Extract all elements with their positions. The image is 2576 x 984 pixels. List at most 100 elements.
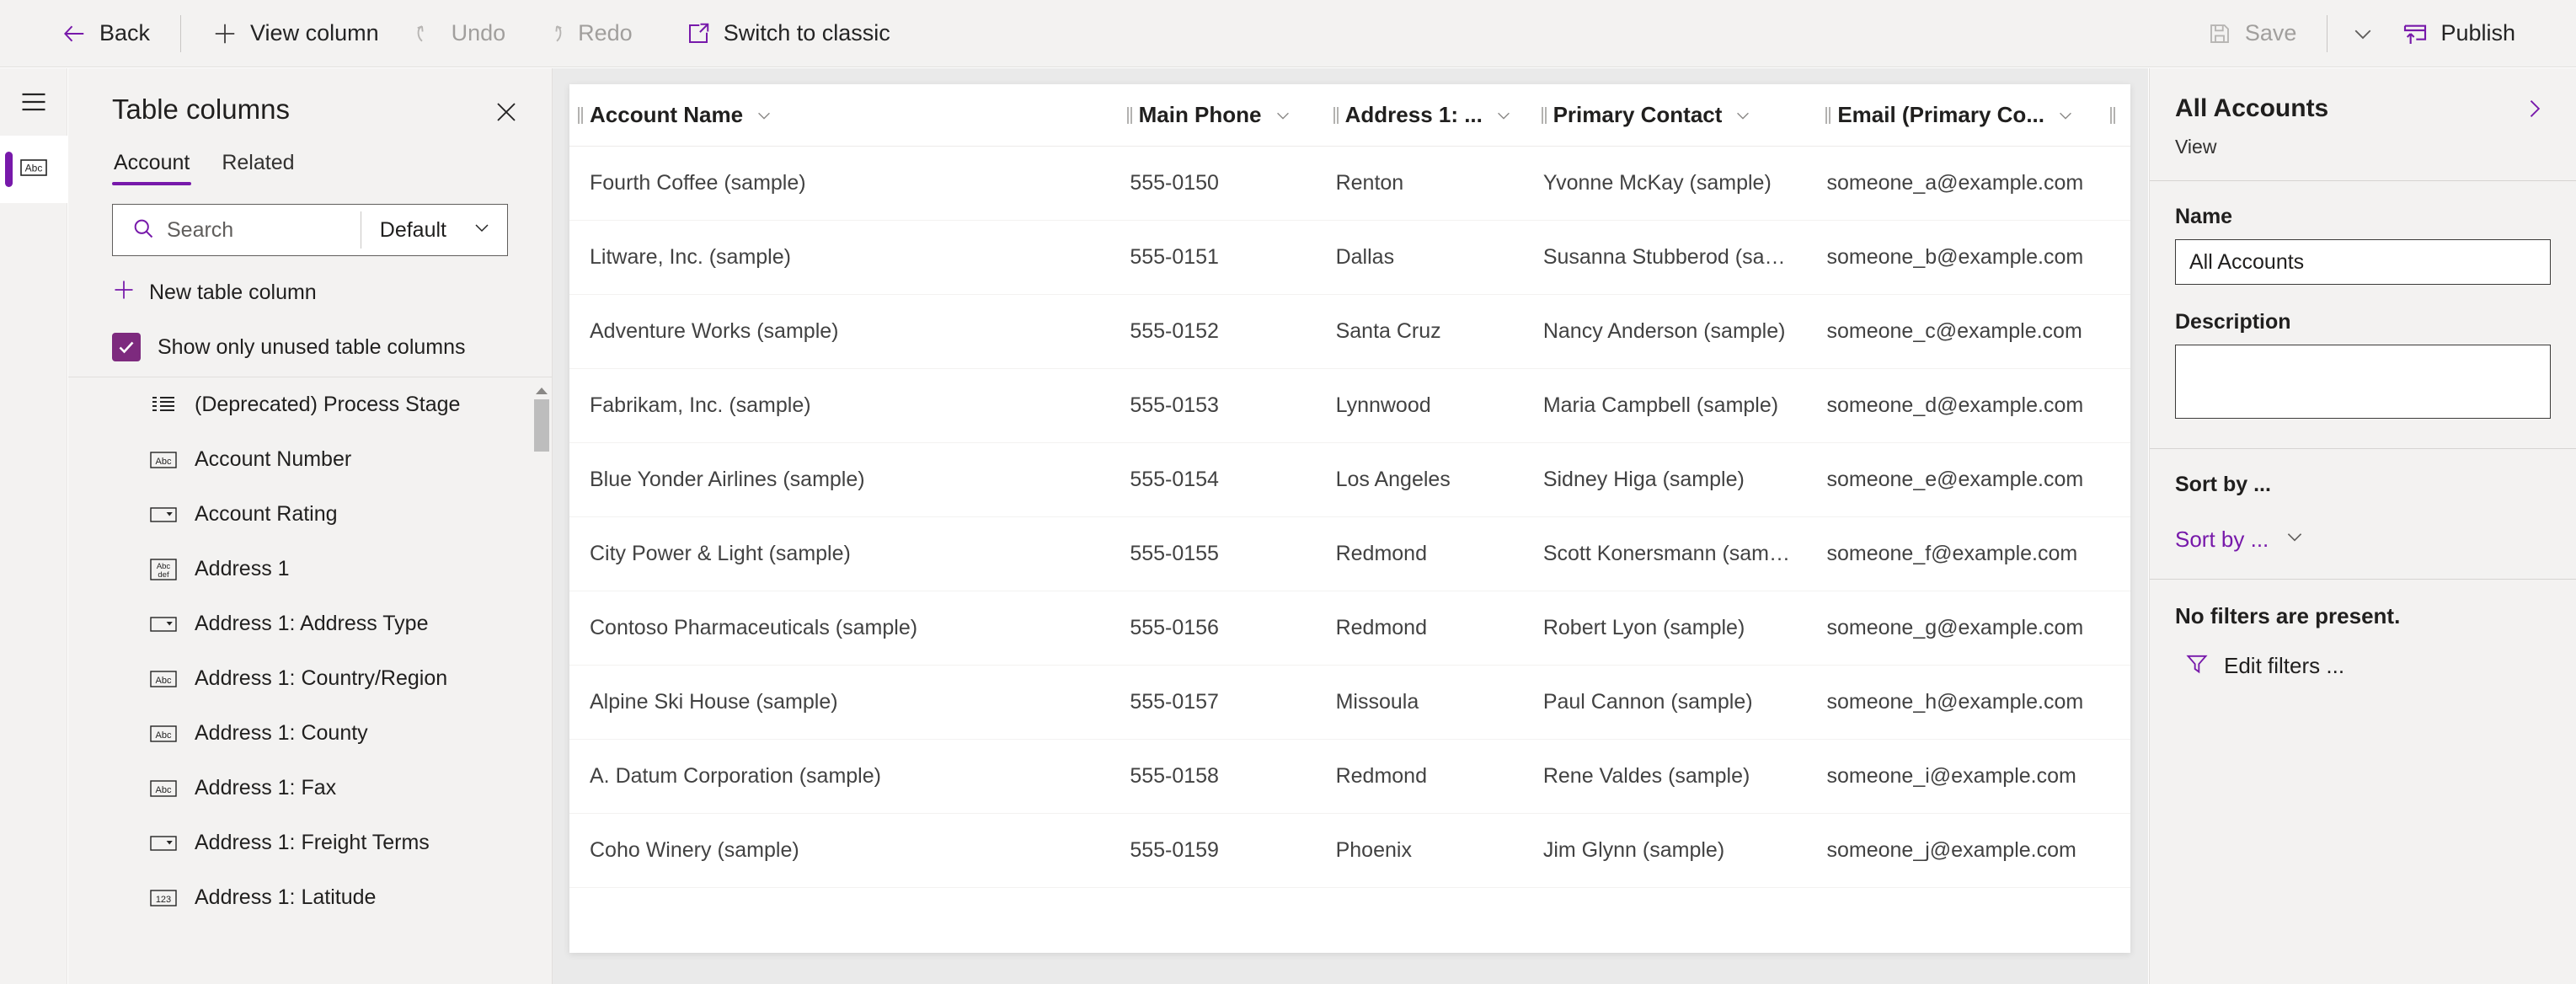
properties-title-row: All Accounts	[2175, 92, 2551, 126]
grid-cell-email_primary_contact: someone_d@example.com	[1826, 393, 2084, 417]
table-row[interactable]: A. Datum Corporation (sample) 555-0158 Red…	[569, 740, 2130, 814]
list-item[interactable]: Address 1: Address Type	[68, 596, 532, 651]
abc-def-multiline-icon: Abc def	[149, 555, 178, 584]
panel-tabs: Account Related	[68, 131, 552, 189]
column-resize-handle-icon[interactable]	[1824, 103, 1836, 128]
grid-cell-main_phone: 555-0158	[1130, 764, 1219, 788]
list-item[interactable]: Abc Address 1: Fax	[68, 761, 532, 816]
list-item[interactable]: Address 1: Freight Terms	[68, 816, 532, 870]
hamburger-menu-icon[interactable]	[0, 68, 67, 136]
tab-related[interactable]: Related	[220, 146, 296, 189]
list-item[interactable]: Account Rating	[68, 487, 532, 542]
description-field[interactable]	[2175, 345, 2551, 419]
grid-column-header-email_primary_contact[interactable]: Email (Primary Co...	[1817, 84, 2108, 146]
chevron-down-icon	[472, 217, 492, 243]
grid-column-header-label: Account Name	[590, 102, 744, 127]
new-table-column-label: New table column	[149, 281, 317, 304]
grid-column-header-main_phone[interactable]: Main Phone	[1119, 84, 1325, 146]
undo-button[interactable]: Undo	[396, 9, 523, 58]
redo-button[interactable]: Redo	[522, 9, 649, 58]
column-resize-handle-icon[interactable]	[2108, 103, 2120, 128]
grid-cell-main_phone: 555-0156	[1130, 616, 1219, 639]
save-options-chevron-down-icon[interactable]	[2341, 9, 2385, 58]
close-icon[interactable]	[488, 94, 525, 131]
table-row[interactable]: Litware, Inc. (sample) 555-0151 Dallas Susa…	[569, 221, 2130, 295]
grid-cell-account_name: A. Datum Corporation (sample)	[590, 764, 881, 788]
grid-column-header-account_name[interactable]: Account Name	[569, 84, 1119, 146]
edit-filters-button[interactable]: Edit filters ...	[2185, 651, 2344, 681]
grid-cell-address1_city: Redmond	[1335, 616, 1427, 639]
name-field-label: Name	[2175, 205, 2233, 228]
table-row[interactable]: Alpine Ski House (sample) 555-0157 Missoul…	[569, 666, 2130, 740]
table-row[interactable]: Fabrikam, Inc. (sample) 555-0153 Lynnwood M…	[569, 369, 2130, 443]
grid-cell-address1_city: Dallas	[1335, 245, 1395, 269]
view-grid: Account Name Main Phone Address 1: ... Prim…	[569, 84, 2130, 953]
grid-cell-email_primary_contact: someone_c@example.com	[1826, 319, 2082, 343]
table-row[interactable]: Fourth Coffee (sample) 555-0150 Renton Yvon…	[569, 147, 2130, 221]
chevron-down-icon[interactable]	[1274, 106, 1292, 125]
properties-subtitle: View	[2175, 136, 2217, 158]
chevron-down-icon[interactable]	[1734, 106, 1752, 125]
list-item[interactable]: (Deprecated) Process Stage	[68, 377, 532, 432]
switch-to-classic-button[interactable]: Switch to classic	[668, 9, 907, 58]
column-resize-handle-icon[interactable]	[1540, 103, 1552, 128]
show-unused-columns-checkbox[interactable]: Show only unused table columns	[112, 324, 508, 377]
new-table-column-button[interactable]: New table column	[109, 270, 508, 316]
funnel-icon	[2185, 651, 2209, 681]
chevron-down-icon[interactable]	[1494, 106, 1513, 125]
edit-filters-label: Edit filters ...	[2224, 653, 2345, 678]
caret-up-icon[interactable]	[532, 382, 552, 399]
scrollbar-thumb[interactable]	[534, 399, 549, 452]
search-input-wrapper[interactable]	[113, 205, 361, 255]
list-item[interactable]: Abc Address 1: County	[68, 706, 532, 761]
list-item[interactable]: Abc Address 1: Country/Region	[68, 651, 532, 706]
dropdown-choice-icon	[149, 610, 178, 639]
arrow-left-icon	[61, 20, 88, 47]
grid-cell-address1_city: Redmond	[1335, 542, 1427, 565]
list-item[interactable]: 123 Address 1: Latitude	[68, 870, 532, 925]
list-item-label: Address 1: Freight Terms	[195, 831, 430, 854]
sidebar-item-columns[interactable]: Abc	[0, 136, 67, 203]
table-columns-scrollbar[interactable]	[532, 377, 552, 984]
table-row[interactable]: City Power & Light (sample) 555-0155 Redmo…	[569, 517, 2130, 591]
grid-cell-email_primary_contact: someone_e@example.com	[1826, 468, 2084, 491]
view-column-button[interactable]: View column	[195, 9, 396, 58]
chevron-down-icon[interactable]	[2056, 106, 2075, 125]
command-bar-left-group: Back View column Undo Redo Switch to cla…	[0, 9, 907, 58]
grid-column-header-primary_contact[interactable]: Primary Contact	[1533, 84, 1818, 146]
name-field[interactable]	[2175, 239, 2551, 285]
grid-body: Fourth Coffee (sample) 555-0150 Renton Yvon…	[569, 147, 2130, 888]
grid-cell-account_name: Alpine Ski House (sample)	[590, 690, 838, 714]
table-row[interactable]: Coho Winery (sample) 555-0159 Phoenix Jim G…	[569, 814, 2130, 888]
grid-cell-address1_city: Redmond	[1335, 764, 1427, 788]
sort-by-dropdown[interactable]: Sort by ...	[2175, 526, 2306, 554]
svg-text:Abc: Abc	[156, 457, 172, 467]
view-column-button-label: View column	[250, 20, 379, 45]
column-resize-handle-icon[interactable]	[1332, 103, 1344, 128]
grid-cell-main_phone: 555-0153	[1130, 393, 1219, 417]
undo-icon	[413, 20, 440, 47]
chevron-down-icon	[2284, 526, 2306, 554]
save-button[interactable]: Save	[2189, 9, 2314, 58]
no-filters-text: No filters are present.	[2175, 603, 2401, 628]
grid-cell-main_phone: 555-0152	[1130, 319, 1219, 343]
grid-column-header-address1_city[interactable]: Address 1: ...	[1325, 84, 1533, 146]
list-item-label: Address 1: County	[195, 721, 368, 745]
tab-account[interactable]: Account	[112, 146, 192, 189]
grid-cell-primary_contact: Rene Valdes (sample)	[1542, 764, 1750, 788]
search-input[interactable]	[167, 217, 361, 243]
table-row[interactable]: Adventure Works (sample) 555-0152 Santa Cr…	[569, 295, 2130, 369]
column-resize-handle-icon[interactable]	[576, 103, 588, 128]
chevron-right-icon[interactable]	[2517, 92, 2551, 126]
back-button[interactable]: Back	[44, 9, 167, 58]
abc-text-icon: Abc	[149, 774, 178, 803]
column-resize-handle-icon[interactable]	[1125, 103, 1137, 128]
list-item[interactable]: Abc Account Number	[68, 432, 532, 487]
column-filter-select[interactable]: Default	[361, 205, 507, 255]
chevron-down-icon[interactable]	[755, 106, 773, 125]
publish-button[interactable]: Publish	[2385, 9, 2532, 58]
grid-cell-email_primary_contact: someone_g@example.com	[1826, 616, 2084, 639]
table-row[interactable]: Blue Yonder Airlines (sample) 555-0154 Los…	[569, 443, 2130, 517]
list-item[interactable]: Abc def Address 1	[68, 542, 532, 596]
table-row[interactable]: Contoso Pharmaceuticals (sample) 555-0156…	[569, 591, 2130, 666]
